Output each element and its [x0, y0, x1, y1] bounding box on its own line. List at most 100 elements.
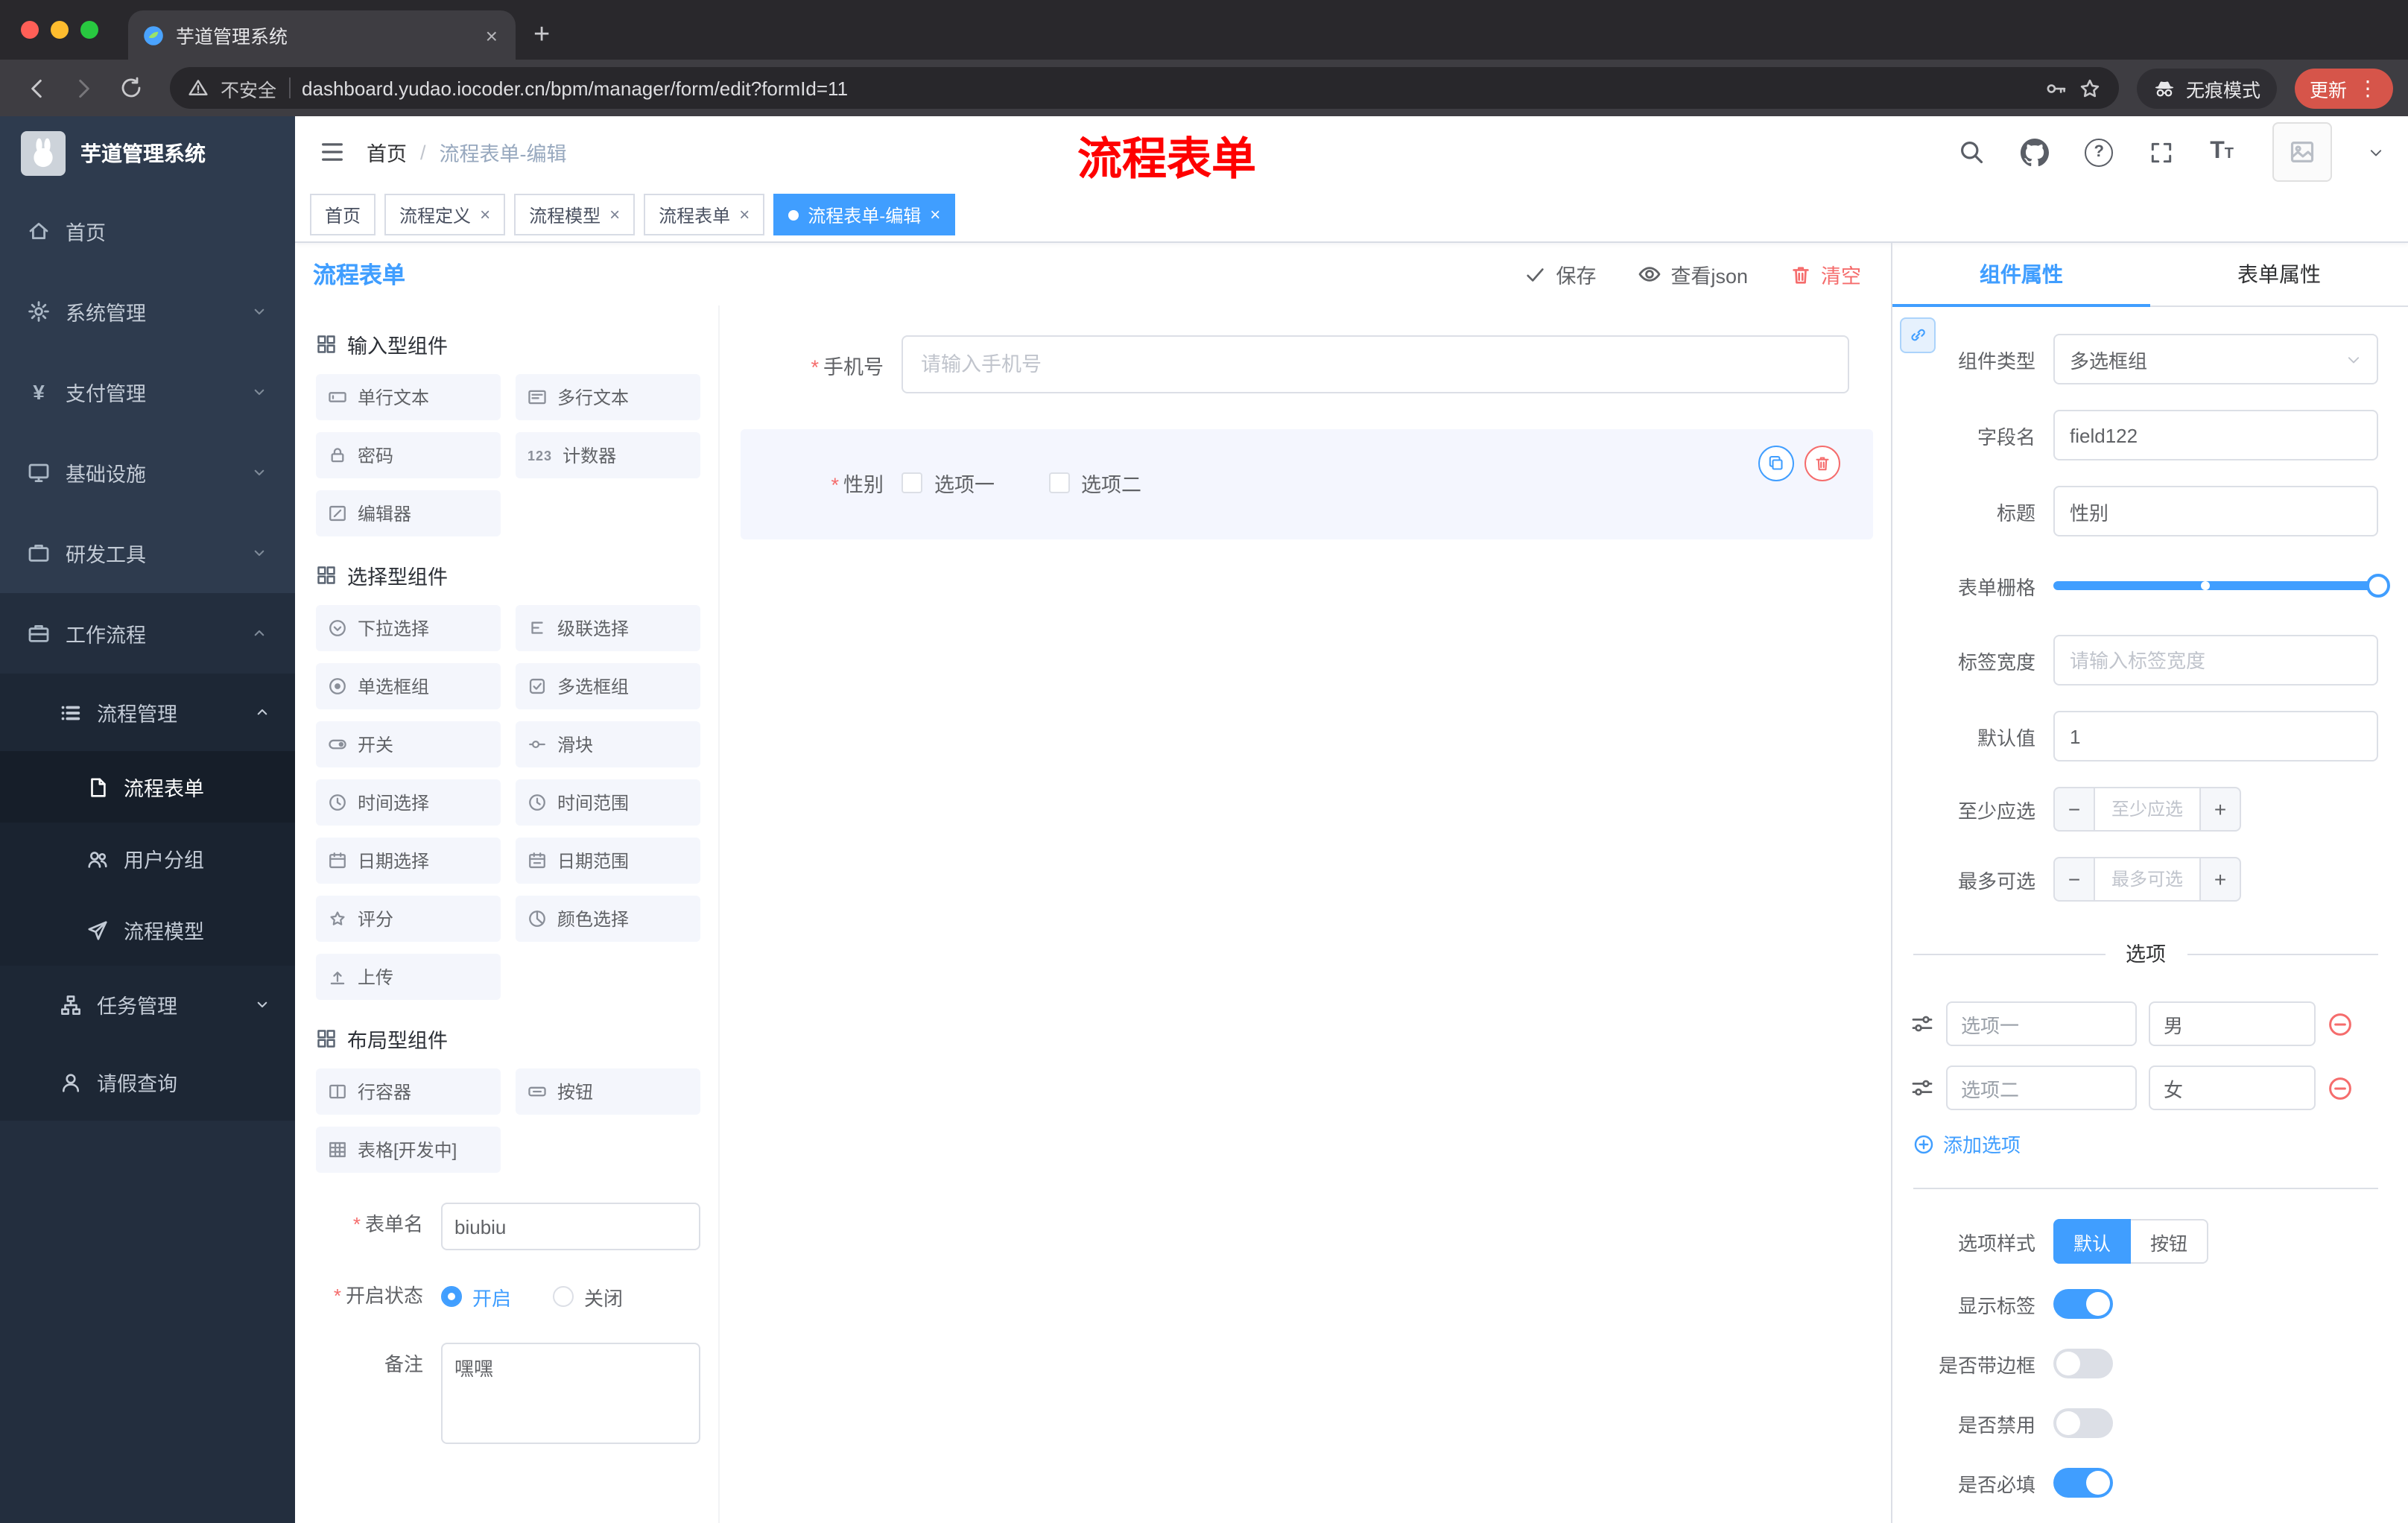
form-name-input[interactable]	[441, 1203, 700, 1250]
option-label-input[interactable]	[1946, 1066, 2137, 1110]
component-chip-switch[interactable]: 开关	[316, 721, 501, 767]
component-chip-row-container[interactable]: 行容器	[316, 1068, 501, 1115]
browser-menu-icon[interactable]: ⋮	[2357, 75, 2378, 101]
selected-widget-gender[interactable]: * 性别 选项一 选项二	[741, 429, 1873, 539]
tag-process-model[interactable]: 流程模型 ×	[514, 194, 636, 235]
component-chip-upload[interactable]: 上传	[316, 954, 501, 1000]
grid-slider[interactable]	[2053, 562, 2390, 609]
minimize-window-button[interactable]	[51, 21, 69, 39]
tag-home[interactable]: 首页	[310, 194, 376, 235]
password-key-icon[interactable]	[2044, 77, 2067, 99]
disabled-toggle[interactable]	[2053, 1408, 2113, 1438]
component-chip-time-range[interactable]: 时间范围	[516, 779, 700, 826]
add-option-button[interactable]: 添加选项	[1913, 1130, 2378, 1158]
sidebar-item-infra[interactable]: 基础设施	[0, 432, 295, 513]
component-chip-radio-group[interactable]: 单选框组	[316, 663, 501, 709]
tag-close-icon[interactable]: ×	[930, 206, 940, 224]
forward-button[interactable]	[63, 67, 104, 109]
option-value-input[interactable]	[2149, 1001, 2316, 1046]
component-chip-cascader[interactable]: 级联选择	[516, 605, 700, 651]
search-icon[interactable]	[1958, 139, 1985, 165]
tag-process-form[interactable]: 流程表单 ×	[644, 194, 765, 235]
component-chip-counter[interactable]: 123 计数器	[516, 432, 700, 478]
style-button-button[interactable]: 按钮	[2131, 1219, 2208, 1264]
tab-close-icon[interactable]: ×	[483, 25, 501, 45]
sidebar-item-user-groups[interactable]: 用户分组	[0, 823, 295, 894]
sidebar-item-process-mgmt[interactable]: 流程管理	[0, 674, 295, 751]
stepper-increase-button[interactable]: +	[2199, 857, 2241, 902]
browser-tab[interactable]: 芋道管理系统 ×	[128, 10, 516, 60]
bookmark-star-icon[interactable]	[2079, 77, 2101, 99]
tab-component-props[interactable]: 组件属性	[1892, 243, 2150, 307]
github-icon[interactable]	[2021, 138, 2050, 166]
status-radio-on[interactable]: 开启	[441, 1282, 511, 1311]
form-remark-textarea[interactable]: 嘿嘿	[441, 1343, 700, 1444]
option-label-input[interactable]	[1946, 1001, 2137, 1046]
required-toggle[interactable]	[2053, 1468, 2113, 1498]
field-name-input[interactable]	[2053, 410, 2378, 460]
component-chip-password[interactable]: 密码	[316, 432, 501, 478]
component-chip-button[interactable]: 按钮	[516, 1068, 700, 1115]
tag-close-icon[interactable]: ×	[739, 206, 750, 224]
min-select-input[interactable]	[2095, 787, 2199, 832]
view-json-button[interactable]: 查看json	[1638, 259, 1748, 289]
component-chip-color[interactable]: 颜色选择	[516, 896, 700, 942]
new-tab-button[interactable]: +	[533, 21, 550, 49]
close-window-button[interactable]	[21, 21, 39, 39]
remove-option-button[interactable]	[2328, 1075, 2353, 1101]
component-doc-link-icon[interactable]	[1900, 317, 1936, 353]
tag-close-icon[interactable]: ×	[480, 206, 490, 224]
font-size-icon[interactable]: TT	[2210, 139, 2234, 164]
title-input[interactable]	[2053, 486, 2378, 536]
clear-button[interactable]: 清空	[1790, 259, 1861, 289]
stepper-decrease-button[interactable]: −	[2053, 787, 2095, 832]
component-chip-textarea[interactable]: 多行文本	[516, 374, 700, 420]
help-icon[interactable]: ?	[2085, 138, 2114, 166]
component-chip-time[interactable]: 时间选择	[316, 779, 501, 826]
sidebar-item-process-form[interactable]: 流程表单	[0, 751, 295, 823]
tag-process-def[interactable]: 流程定义 ×	[384, 194, 506, 235]
browser-update-button[interactable]: 更新 ⋮	[2294, 68, 2393, 108]
back-button[interactable]	[15, 67, 57, 109]
url-omnibox[interactable]: 不安全 dashboard.yudao.iocoder.cn/bpm/manag…	[170, 67, 2119, 109]
component-chip-single-text[interactable]: 单行文本	[316, 374, 501, 420]
status-radio-off[interactable]: 关闭	[553, 1282, 623, 1311]
checkbox-option-2[interactable]: 选项二	[1048, 468, 1141, 498]
maximize-window-button[interactable]	[80, 21, 98, 39]
sidebar-item-task-mgmt[interactable]: 任务管理	[0, 966, 295, 1043]
user-avatar[interactable]	[2272, 122, 2332, 182]
component-chip-date-range[interactable]: 日期范围	[516, 838, 700, 884]
component-type-select[interactable]: 多选框组	[2053, 334, 2378, 384]
component-chip-date[interactable]: 日期选择	[316, 838, 501, 884]
tag-close-icon[interactable]: ×	[609, 206, 620, 224]
sidebar-item-workflow[interactable]: 工作流程	[0, 593, 295, 674]
avatar-dropdown-chevron-icon[interactable]	[2368, 144, 2384, 160]
style-default-button[interactable]: 默认	[2053, 1219, 2131, 1264]
sidebar-item-devtools[interactable]: 研发工具	[0, 513, 295, 593]
sidebar-item-payment[interactable]: ¥ 支付管理	[0, 352, 295, 432]
save-button[interactable]: 保存	[1524, 259, 1596, 289]
tag-process-form-edit[interactable]: 流程表单-编辑 ×	[773, 194, 956, 235]
sidebar-item-home[interactable]: 首页	[0, 191, 295, 271]
drag-handle-icon[interactable]	[1910, 1076, 1934, 1100]
drag-handle-icon[interactable]	[1910, 1012, 1934, 1036]
phone-input[interactable]	[902, 335, 1849, 393]
component-chip-rate[interactable]: 评分	[316, 896, 501, 942]
component-chip-select[interactable]: 下拉选择	[316, 605, 501, 651]
copy-widget-button[interactable]	[1758, 446, 1794, 481]
max-select-input[interactable]	[2095, 857, 2199, 902]
component-chip-slider[interactable]: 滑块	[516, 721, 700, 767]
label-width-input[interactable]	[2053, 635, 2378, 685]
sidebar-item-system[interactable]: 系统管理	[0, 271, 295, 352]
breadcrumb-home[interactable]: 首页	[367, 137, 407, 167]
default-value-input[interactable]	[2053, 711, 2378, 762]
remove-option-button[interactable]	[2328, 1011, 2353, 1036]
component-chip-checkbox-group[interactable]: 多选框组	[516, 663, 700, 709]
reload-button[interactable]	[110, 67, 152, 109]
tab-form-props[interactable]: 表单属性	[2150, 243, 2408, 305]
border-toggle[interactable]	[2053, 1349, 2113, 1378]
stepper-increase-button[interactable]: +	[2199, 787, 2241, 832]
delete-widget-button[interactable]	[1805, 446, 1840, 481]
slider-handle[interactable]	[2366, 574, 2390, 598]
show-label-toggle[interactable]	[2053, 1289, 2113, 1319]
